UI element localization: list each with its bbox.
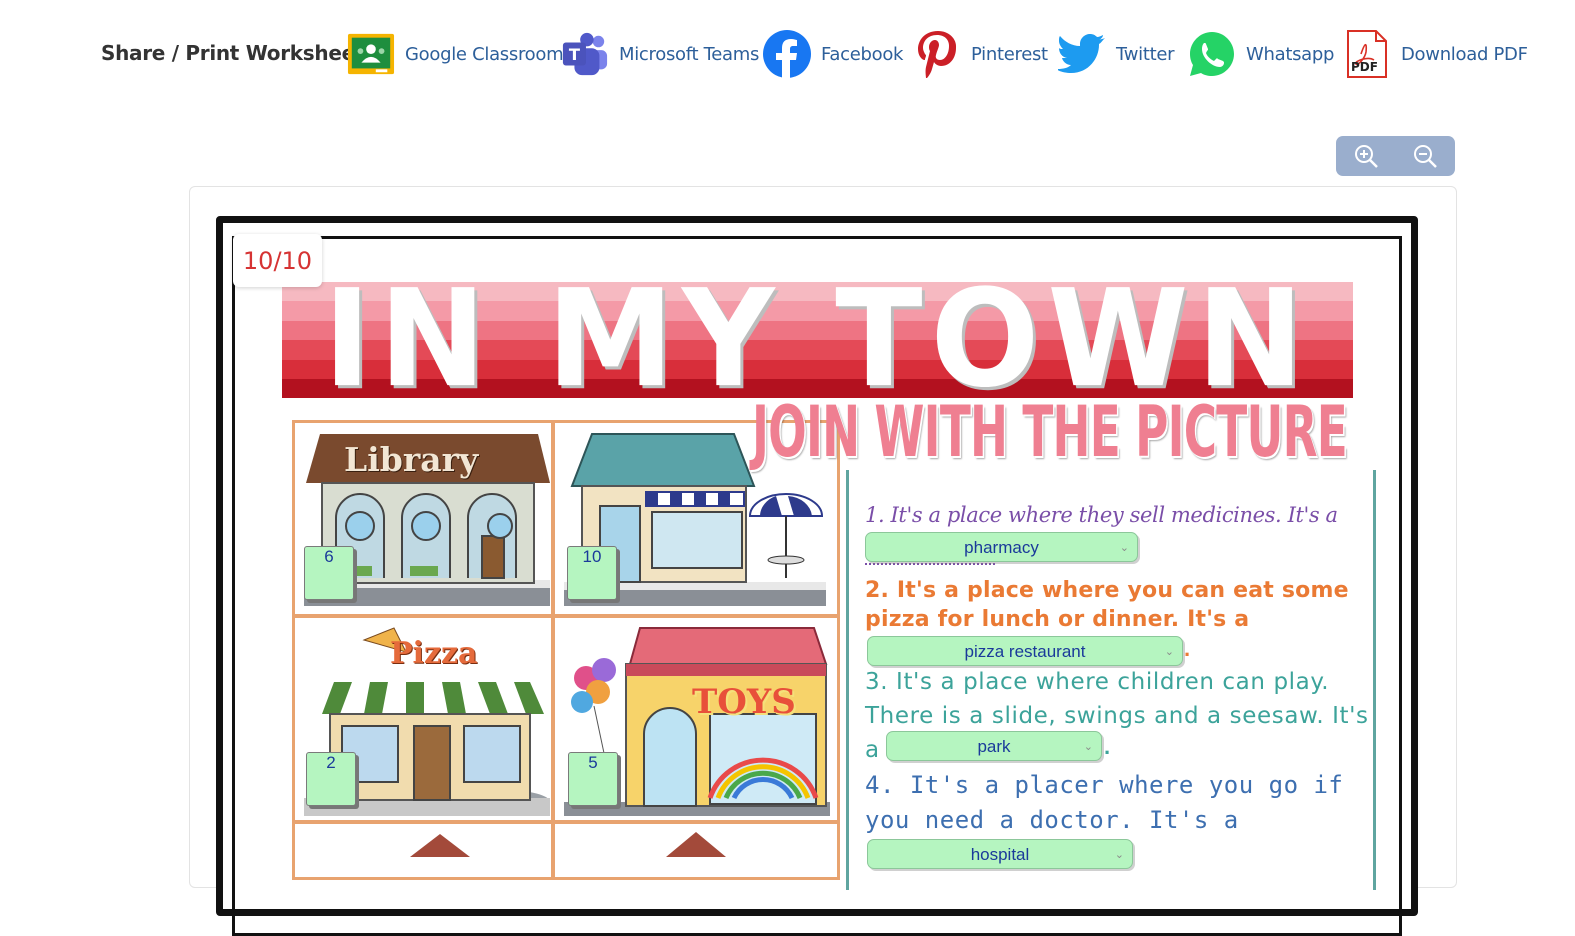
chevron-down-icon: ⌄ [1083,741,1093,753]
question-3-dropdown[interactable]: park ⌄ [886,731,1102,761]
question-2-text-line-2: pizza for lunch or dinner. It's a [865,607,1250,632]
grid-divider-horizontal [292,614,840,618]
download-pdf[interactable]: PDF Download PDF [1343,28,1528,80]
question-4-dropdown[interactable]: hospital ⌄ [867,839,1133,869]
pdf-icon: PDF [1343,30,1391,78]
svg-text:T: T [569,45,581,64]
question-1-selected: pharmacy [964,538,1039,557]
library-sign-text: Library [344,440,479,479]
grid-divider-horizontal [292,820,840,824]
next-row-roof [410,834,470,857]
zoom-control [1336,136,1455,176]
next-row-roof [666,832,726,857]
pinterest-icon [913,30,961,78]
share-pinterest[interactable]: Pinterest [913,28,1048,80]
answer-box-library[interactable]: 6 [304,546,354,600]
whatsapp-label[interactable]: Whatsapp [1246,44,1334,65]
google-classroom-label[interactable]: Google Classroom [405,44,564,65]
share-twitter[interactable]: Twitter [1058,28,1175,80]
question-2-dropdown[interactable]: pizza restaurant ⌄ [867,636,1183,666]
facebook-label[interactable]: Facebook [821,44,903,65]
toys-sign-text: TOYS [692,682,796,722]
question-3-prefix: a [865,737,880,763]
question-3-selected: park [977,737,1011,756]
zoom-in-icon[interactable] [1336,136,1395,176]
share-microsoft-teams[interactable]: T Microsoft Teams [561,28,759,80]
question-4-text-line-2: you need a doctor. It's a [865,806,1239,834]
question-3-text-line-2: There is a slide, swings and a seesaw. I… [865,703,1369,729]
question-3-period: . [1104,734,1111,759]
chevron-down-icon: ⌄ [1164,646,1174,658]
question-4-text: 4. It's a placer where you go if [865,771,1344,799]
twitter-label[interactable]: Twitter [1116,44,1175,65]
question-2-selected: pizza restaurant [964,642,1086,661]
question-1-dropdown[interactable]: pharmacy ⌄ [865,532,1138,562]
worksheet-subtitle: JOIN WITH THE PICTURE [752,391,1348,473]
google-classroom-icon [347,30,395,78]
answer-box-toy-shop[interactable]: 5 [568,752,618,806]
chevron-down-icon: ⌄ [1119,542,1129,554]
answer-box-cafe[interactable]: 10 [567,546,617,600]
score-badge: 10/10 [233,234,322,287]
chevron-down-icon: ⌄ [1114,849,1124,861]
share-google-classroom[interactable]: Google Classroom [347,28,564,80]
share-print-title: Share / Print Worksheet [101,41,365,65]
grid-divider-vertical [551,420,555,880]
whatsapp-icon [1188,30,1236,78]
pizza-sign-text: Pizza [390,636,478,671]
question-2-period: . [1184,636,1191,661]
pdf-badge-text: PDF [1351,60,1378,74]
share-whatsapp[interactable]: Whatsapp [1188,28,1334,80]
question-4-selected: hospital [970,845,1030,864]
pinterest-label[interactable]: Pinterest [971,44,1048,65]
zoom-out-icon[interactable] [1395,136,1454,176]
share-facebook[interactable]: Facebook [763,28,903,80]
microsoft-teams-icon: T [561,30,609,78]
twitter-icon [1058,30,1106,78]
facebook-icon [763,30,811,78]
question-2-text: 2. It's a place where you can eat some [865,578,1349,603]
download-pdf-label[interactable]: Download PDF [1401,44,1528,65]
question-1-text: 1. It's a place where they sell medicine… [865,503,1338,527]
microsoft-teams-label[interactable]: Microsoft Teams [619,44,759,65]
question-1-dotted-line [865,563,995,565]
answer-box-pizza[interactable]: 2 [306,752,356,806]
question-3-text: 3. It's a place where children can play. [865,669,1330,695]
